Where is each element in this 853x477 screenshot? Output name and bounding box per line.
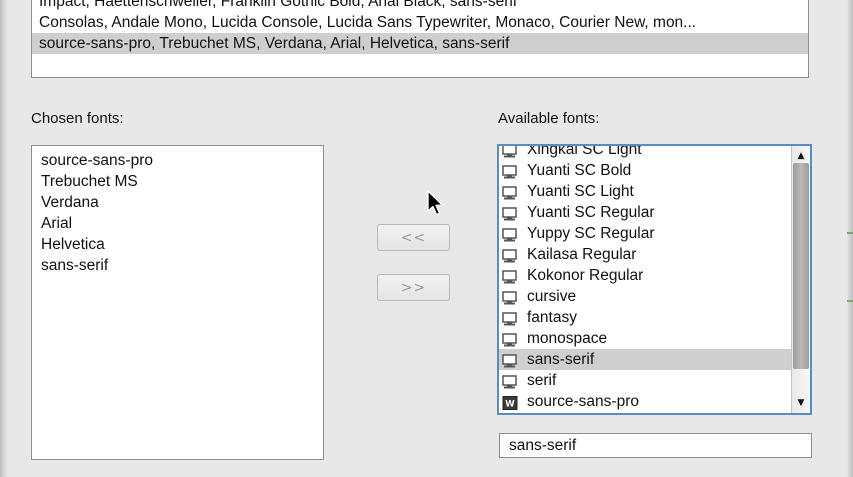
available-font-label: source-sans-pro: [527, 393, 639, 410]
mouse-cursor-icon: [427, 190, 444, 216]
available-font-item[interactable]: fantasy: [499, 307, 791, 328]
available-fonts-scrollbar[interactable]: ▲ ▼: [791, 146, 810, 413]
available-font-label: Yuanti SC Regular: [527, 204, 655, 221]
system-font-icon: [502, 374, 519, 388]
font-name-input[interactable]: [499, 433, 812, 458]
system-font-icon: [502, 353, 519, 367]
system-font-icon: [502, 164, 519, 178]
available-font-item[interactable]: Yuanti SC Regular: [499, 202, 791, 223]
available-fonts-label: Available fonts:: [498, 110, 600, 127]
available-font-item[interactable]: serif: [499, 370, 791, 391]
available-font-label: fantasy: [527, 309, 577, 326]
available-font-item[interactable]: Kokonor Regular: [499, 265, 791, 286]
available-font-label: serif: [527, 372, 557, 389]
available-font-item[interactable]: Wsource-sans-pro: [499, 391, 791, 412]
available-font-label: cursive: [527, 288, 577, 305]
chosen-font-item[interactable]: Helvetica: [32, 234, 323, 255]
system-font-icon: [502, 227, 519, 241]
available-font-label: Xingkai SC Light: [527, 144, 642, 158]
available-font-label: monospace: [527, 330, 608, 347]
system-font-icon: [502, 206, 519, 220]
available-fonts-list[interactable]: Xingkai SC Light Yuanti SC Bold Yuanti SC …: [497, 144, 812, 415]
available-font-label: Yuanti SC Bold: [527, 162, 632, 179]
chosen-fonts-label: Chosen fonts:: [31, 110, 124, 127]
available-font-item[interactable]: Xingkai SC Light: [499, 144, 791, 160]
font-list-dialog: Impact, Haettenschweiler, Franklin Gothi…: [0, 0, 853, 477]
available-font-label: sans-serif: [527, 351, 595, 368]
font-stack-item[interactable]: Consolas, Andale Mono, Lucida Console, L…: [32, 12, 808, 33]
scrollbar-thumb[interactable]: [793, 163, 809, 369]
available-font-item[interactable]: Yuanti SC Bold: [499, 160, 791, 181]
font-stack-list[interactable]: Impact, Haettenschweiler, Franklin Gothi…: [31, 0, 809, 78]
chosen-font-item[interactable]: source-sans-pro: [32, 150, 323, 171]
available-font-item[interactable]: Yuanti SC Light: [499, 181, 791, 202]
dialog-left-edge: [0, 0, 7, 477]
web-font-icon: W: [502, 395, 519, 410]
available-font-label: Yuppy SC Regular: [527, 225, 655, 242]
scroll-up-arrow-icon[interactable]: ▲: [792, 148, 810, 164]
available-font-item[interactable]: cursive: [499, 286, 791, 307]
system-font-icon: [502, 269, 519, 283]
system-font-icon: [502, 311, 519, 325]
system-font-icon: [502, 248, 519, 262]
available-font-label: Kailasa Regular: [527, 246, 637, 263]
chosen-font-item[interactable]: Verdana: [32, 192, 323, 213]
system-font-icon: [502, 332, 519, 346]
remove-font-button[interactable]: >>: [377, 274, 450, 301]
available-font-label: Kokonor Regular: [527, 267, 644, 284]
available-font-item-selected[interactable]: sans-serif: [499, 349, 791, 370]
font-stack-item[interactable]: Impact, Haettenschweiler, Franklin Gothi…: [32, 0, 808, 12]
font-stack-item-selected[interactable]: source-sans-pro, Trebuchet MS, Verdana, …: [32, 33, 808, 54]
chosen-fonts-list[interactable]: source-sans-pro Trebuchet MS Verdana Ari…: [31, 145, 324, 460]
available-font-label: Yuanti SC Light: [527, 183, 634, 200]
system-font-icon: [502, 146, 519, 157]
chosen-font-item[interactable]: Arial: [32, 213, 323, 234]
system-font-icon: [502, 290, 519, 304]
chosen-font-item[interactable]: sans-serif: [32, 255, 323, 276]
available-font-item[interactable]: Yuppy SC Regular: [499, 223, 791, 244]
svg-text:W: W: [505, 399, 515, 409]
available-font-item[interactable]: Kailasa Regular: [499, 244, 791, 265]
system-font-icon: [502, 185, 519, 199]
dialog-right-edge: [847, 0, 853, 477]
chosen-font-item[interactable]: Trebuchet MS: [32, 171, 323, 192]
add-font-button[interactable]: <<: [377, 224, 450, 251]
available-font-item[interactable]: monospace: [499, 328, 791, 349]
scroll-down-arrow-icon[interactable]: ▼: [792, 395, 810, 411]
